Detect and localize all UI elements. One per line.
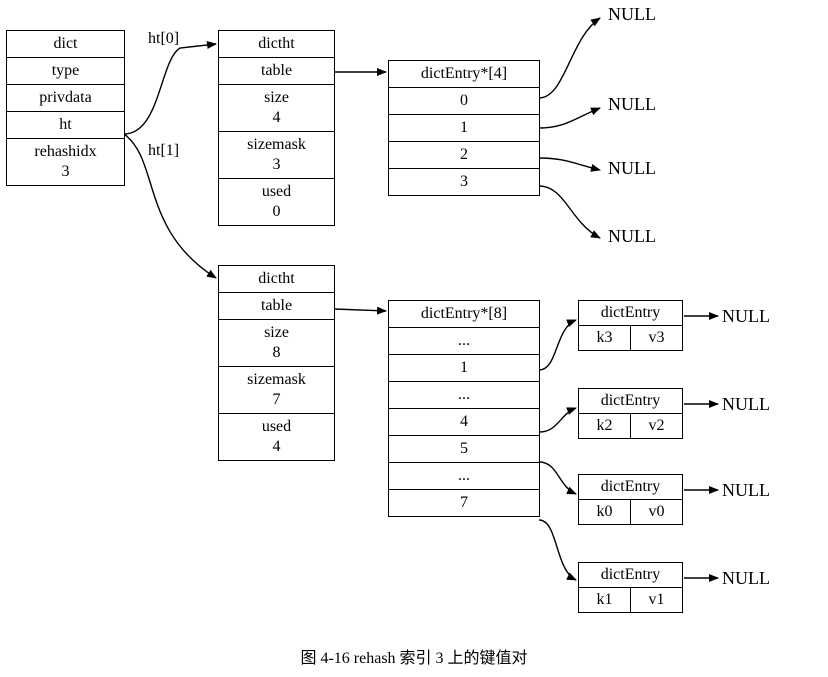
edge-label-ht0: ht[0] bbox=[148, 30, 179, 48]
dictentry-node: dictEntry k0 v0 bbox=[578, 474, 683, 525]
array4-slot: 0 bbox=[389, 87, 539, 114]
dict-title: dict bbox=[7, 31, 124, 57]
dict-node: dict type privdata ht rehashidx 3 bbox=[6, 30, 125, 186]
array8-header: dictEntry*[8] bbox=[389, 301, 539, 327]
array8-node: dictEntry*[8] ... 1 ... 4 5 ... 7 bbox=[388, 300, 540, 517]
array8-slot: 5 bbox=[389, 435, 539, 462]
dictentry-val: v2 bbox=[631, 414, 683, 439]
dictentry-val: v1 bbox=[631, 588, 683, 613]
dict-rehashidx-label: rehashidx bbox=[34, 143, 96, 160]
dictht0-node: dictht table size 4 sizemask 3 used 0 bbox=[218, 30, 335, 226]
array8-slot: 4 bbox=[389, 408, 539, 435]
array4-slot: 2 bbox=[389, 141, 539, 168]
diagram-canvas: dict type privdata ht rehashidx 3 ht[0] … bbox=[0, 0, 828, 677]
array8-slot: ... bbox=[389, 462, 539, 489]
array4-header: dictEntry*[4] bbox=[389, 61, 539, 87]
dictht0-title: dictht bbox=[219, 31, 334, 57]
array4-slot: 3 bbox=[389, 168, 539, 195]
figure-caption: 图 4-16 rehash 索引 3 上的键值对 bbox=[0, 644, 828, 668]
dictht1-sizemask: sizemask 7 bbox=[219, 366, 334, 413]
dict-privdata: privdata bbox=[7, 84, 124, 111]
null-label: NULL bbox=[608, 226, 656, 247]
array8-slot: ... bbox=[389, 327, 539, 354]
dict-type: type bbox=[7, 57, 124, 84]
dictht1-size: size 8 bbox=[219, 319, 334, 366]
array4-node: dictEntry*[4] 0 1 2 3 bbox=[388, 60, 540, 196]
dict-rehashidx-value: 3 bbox=[62, 163, 70, 180]
dictentry-title: dictEntry bbox=[578, 388, 683, 414]
dictht0-size: size 4 bbox=[219, 84, 334, 131]
null-label: NULL bbox=[722, 394, 770, 415]
edge-label-ht1: ht[1] bbox=[148, 142, 179, 160]
dictht1-used: used 4 bbox=[219, 413, 334, 460]
null-label: NULL bbox=[722, 480, 770, 501]
dictht1-title: dictht bbox=[219, 266, 334, 292]
dictentry-node: dictEntry k1 v1 bbox=[578, 562, 683, 613]
dict-rehashidx: rehashidx 3 bbox=[7, 138, 124, 185]
array8-slot: ... bbox=[389, 381, 539, 408]
dictht1-node: dictht table size 8 sizemask 7 used 4 bbox=[218, 265, 335, 461]
dictentry-val: v0 bbox=[631, 500, 683, 525]
null-label: NULL bbox=[722, 306, 770, 327]
dictht0-table: table bbox=[219, 57, 334, 84]
array8-slot: 7 bbox=[389, 489, 539, 516]
dictentry-key: k0 bbox=[578, 500, 631, 525]
dictentry-title: dictEntry bbox=[578, 562, 683, 588]
dictentry-key: k3 bbox=[578, 326, 631, 351]
dictentry-key: k1 bbox=[578, 588, 631, 613]
null-label: NULL bbox=[608, 158, 656, 179]
dictentry-val: v3 bbox=[631, 326, 683, 351]
null-label: NULL bbox=[722, 568, 770, 589]
dictentry-key: k2 bbox=[578, 414, 631, 439]
dictht0-sizemask: sizemask 3 bbox=[219, 131, 334, 178]
dictentry-title: dictEntry bbox=[578, 300, 683, 326]
dictht1-table: table bbox=[219, 292, 334, 319]
null-label: NULL bbox=[608, 94, 656, 115]
array4-slot: 1 bbox=[389, 114, 539, 141]
dictht0-used: used 0 bbox=[219, 178, 334, 225]
dictentry-title: dictEntry bbox=[578, 474, 683, 500]
dictentry-node: dictEntry k3 v3 bbox=[578, 300, 683, 351]
array8-slot: 1 bbox=[389, 354, 539, 381]
dict-ht: ht bbox=[7, 111, 124, 138]
dictentry-node: dictEntry k2 v2 bbox=[578, 388, 683, 439]
null-label: NULL bbox=[608, 4, 656, 25]
